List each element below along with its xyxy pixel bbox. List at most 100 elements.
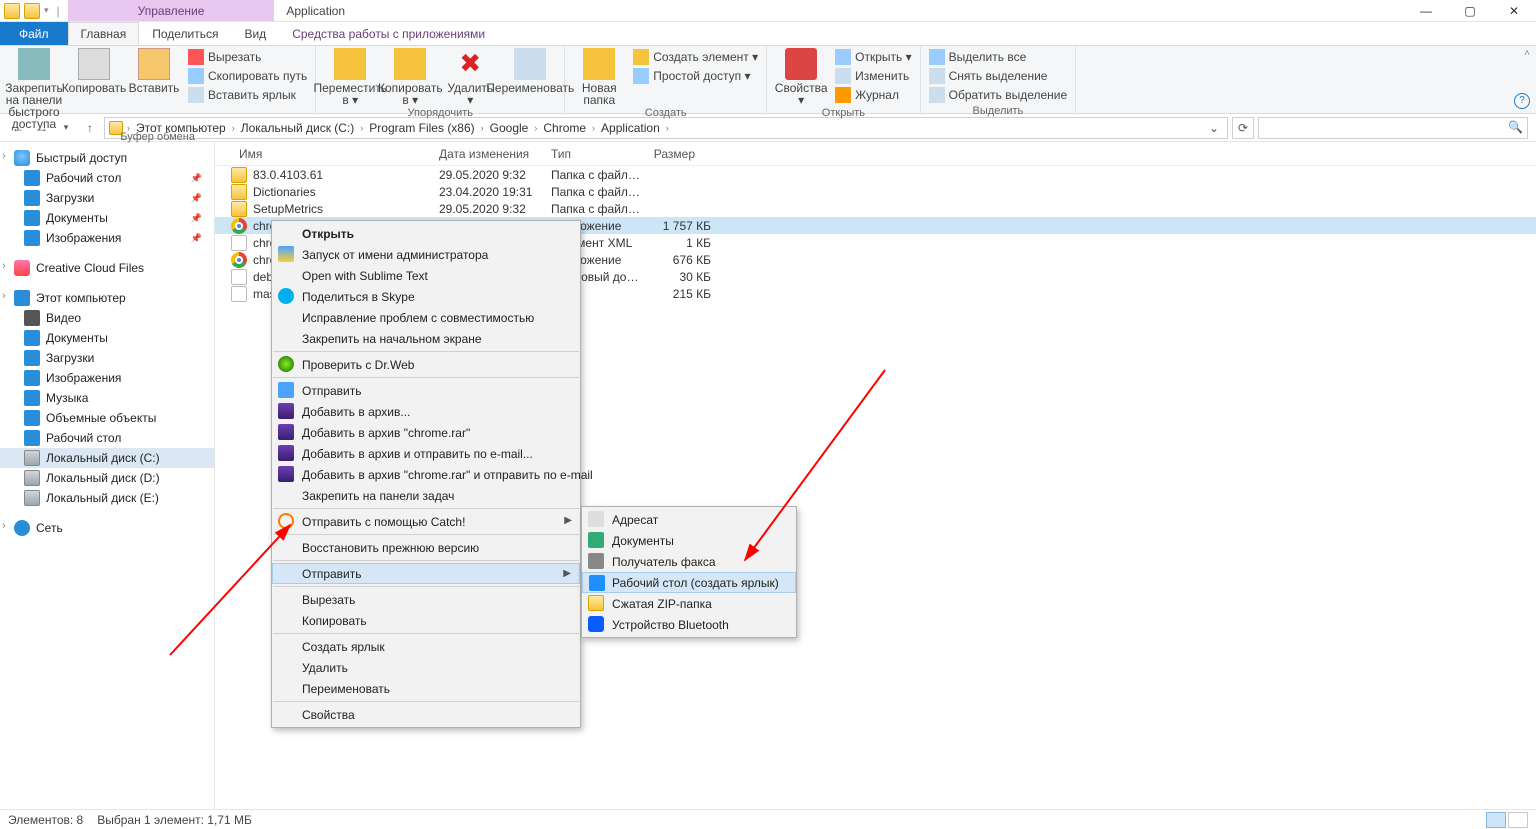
close-button[interactable]: ✕ [1492, 0, 1536, 21]
tree-this-pc[interactable]: Этот компьютер [0, 288, 214, 308]
maximize-button[interactable]: ▢ [1448, 0, 1492, 21]
tree-item[interactable]: Рабочий стол📌 [0, 168, 214, 188]
menu-item[interactable]: Поделиться в Skype [272, 286, 580, 307]
tree-item[interactable]: Документы [0, 328, 214, 348]
menu-item[interactable]: Адресат [582, 509, 796, 530]
search-input[interactable]: 🔍 [1258, 117, 1528, 139]
menu-item[interactable]: Добавить в архив "chrome.rar" и отправит… [272, 464, 580, 485]
refresh-button[interactable]: ⟳ [1232, 117, 1254, 139]
menu-item[interactable]: Добавить в архив и отправить по e-mail..… [272, 443, 580, 464]
col-type[interactable]: Тип [543, 147, 633, 161]
file-row[interactable]: 83.0.4103.6129.05.2020 9:32Папка с файла… [215, 166, 1536, 183]
menu-item[interactable]: Устройство Bluetooth [582, 614, 796, 635]
properties-button[interactable]: Свойства ▾ [773, 48, 829, 106]
group-organize-label: Упорядочить [322, 106, 558, 119]
rename-button[interactable]: Переименовать [502, 48, 558, 94]
tab-home[interactable]: Главная [68, 22, 140, 45]
minimize-button[interactable]: — [1404, 0, 1448, 21]
tree-item[interactable]: Объемные объекты [0, 408, 214, 428]
tree-item[interactable]: Локальный диск (E:) [0, 488, 214, 508]
status-item-count: Элементов: 8 [8, 813, 83, 827]
menu-item[interactable]: Отправить [272, 380, 580, 401]
tree-item[interactable]: Загрузки📌 [0, 188, 214, 208]
menu-item[interactable]: Открыть [272, 223, 580, 244]
context-submenu-send-to: АдресатДокументыПолучатель факсаРабочий … [581, 506, 797, 638]
column-headers[interactable]: Имя Дата изменения Тип Размер [215, 142, 1536, 166]
file-row[interactable]: Dictionaries23.04.2020 19:31Папка с файл… [215, 183, 1536, 200]
menu-item[interactable]: Добавить в архив "chrome.rar" [272, 422, 580, 443]
edit-button[interactable]: Изменить [833, 67, 913, 85]
breadcrumb-segment[interactable]: Application [599, 121, 662, 135]
tab-view[interactable]: Вид [231, 22, 279, 45]
ribbon-tabs: Файл Главная Поделиться Вид Средства раб… [0, 22, 1536, 46]
menu-item[interactable]: Добавить в архив... [272, 401, 580, 422]
delete-button[interactable]: ✖Удалить ▾ [442, 48, 498, 106]
menu-item[interactable]: Рабочий стол (создать ярлык) [582, 572, 796, 593]
easy-access-button[interactable]: Простой доступ ▾ [631, 67, 760, 85]
menu-item[interactable]: Документы [582, 530, 796, 551]
cut-button[interactable]: Вырезать [186, 48, 309, 66]
tree-network[interactable]: Сеть [0, 518, 214, 538]
menu-item[interactable]: Отправить▶ [272, 563, 580, 584]
menu-item[interactable]: Переименовать [272, 678, 580, 699]
paste-shortcut-button[interactable]: Вставить ярлык [186, 86, 309, 104]
menu-item[interactable]: Вырезать [272, 589, 580, 610]
menu-item[interactable]: Восстановить прежнюю версию [272, 537, 580, 558]
tree-item[interactable]: Локальный диск (D:) [0, 468, 214, 488]
menu-item[interactable]: Закрепить на панели задач [272, 485, 580, 506]
open-button[interactable]: Открыть ▾ [833, 48, 913, 66]
menu-item[interactable]: Отправить с помощью Catch!▶ [272, 511, 580, 532]
col-date[interactable]: Дата изменения [431, 147, 543, 161]
menu-item[interactable]: Создать ярлык [272, 636, 580, 657]
tree-item[interactable]: Документы📌 [0, 208, 214, 228]
menu-item[interactable]: Исправление проблем с совместимостью [272, 307, 580, 328]
copy-button[interactable]: Копировать [66, 48, 122, 94]
select-all-button[interactable]: Выделить все [927, 48, 1070, 66]
breadcrumb-segment[interactable]: Chrome [541, 121, 588, 135]
menu-item[interactable]: Сжатая ZIP-папка [582, 593, 796, 614]
tree-item[interactable]: Изображения [0, 368, 214, 388]
tree-item[interactable]: Загрузки [0, 348, 214, 368]
tree-item[interactable]: Изображения📌 [0, 228, 214, 248]
select-none-button[interactable]: Снять выделение [927, 67, 1070, 85]
status-bar: Элементов: 8 Выбран 1 элемент: 1,71 МБ [0, 809, 1536, 829]
help-icon[interactable]: ? [1514, 93, 1530, 109]
tab-app-tools[interactable]: Средства работы с приложениями [279, 22, 498, 45]
qat-dropdown-icon[interactable]: ▾ [44, 5, 49, 16]
history-button[interactable]: Журнал [833, 86, 913, 104]
address-dropdown-icon[interactable]: ⌄ [1205, 121, 1223, 135]
group-select-label: Выделить [927, 104, 1070, 117]
col-name[interactable]: Имя [231, 147, 431, 161]
tree-item[interactable]: Музыка [0, 388, 214, 408]
breadcrumb-segment[interactable]: Program Files (x86) [367, 121, 476, 135]
invert-selection-button[interactable]: Обратить выделение [927, 86, 1070, 104]
tree-quick-access[interactable]: Быстрый доступ [0, 148, 214, 168]
tree-creative-cloud[interactable]: Creative Cloud Files [0, 258, 214, 278]
menu-item[interactable]: Удалить [272, 657, 580, 678]
file-row[interactable]: SetupMetrics29.05.2020 9:32Папка с файла… [215, 200, 1536, 217]
tab-share[interactable]: Поделиться [139, 22, 231, 45]
move-to-button[interactable]: Переместить в ▾ [322, 48, 378, 106]
col-size[interactable]: Размер [633, 147, 703, 161]
breadcrumb-segment[interactable]: Google [488, 121, 531, 135]
copy-to-button[interactable]: Копировать в ▾ [382, 48, 438, 106]
view-thumbs-button[interactable] [1508, 812, 1528, 828]
tab-file[interactable]: Файл [0, 22, 68, 45]
menu-item[interactable]: Получатель факса [582, 551, 796, 572]
tree-item[interactable]: Видео [0, 308, 214, 328]
pin-quickaccess-button[interactable]: Закрепить на панели быстрого доступа [6, 48, 62, 130]
menu-item[interactable]: Open with Sublime Text [272, 265, 580, 286]
collapse-ribbon-icon[interactable]: ˄ [1524, 48, 1530, 59]
tree-item[interactable]: Локальный диск (C:) [0, 448, 214, 468]
menu-item[interactable]: Закрепить на начальном экране [272, 328, 580, 349]
menu-item[interactable]: Копировать [272, 610, 580, 631]
new-item-button[interactable]: Создать элемент ▾ [631, 48, 760, 66]
menu-item[interactable]: Проверить с Dr.Web [272, 354, 580, 375]
view-details-button[interactable] [1486, 812, 1506, 828]
new-folder-button[interactable]: Новая папка [571, 48, 627, 106]
tree-item[interactable]: Рабочий стол [0, 428, 214, 448]
menu-item[interactable]: Свойства [272, 704, 580, 725]
paste-button[interactable]: Вставить [126, 48, 182, 94]
menu-item[interactable]: Запуск от имени администратора [272, 244, 580, 265]
copy-path-button[interactable]: Скопировать путь [186, 67, 309, 85]
